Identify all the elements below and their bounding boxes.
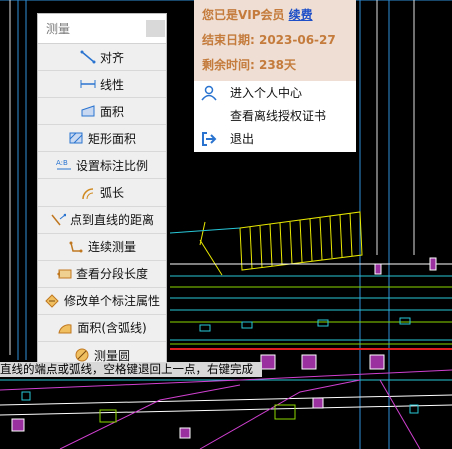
menu-item-offline-certificate[interactable]: 查看离线授权证书 bbox=[194, 104, 356, 127]
measure-palette: 测量 对齐 线性 面积 矩形面积 A:B 设置标注比例 弧长 点到直线的距离 连… bbox=[37, 13, 167, 370]
tool-label: 连续测量 bbox=[87, 240, 136, 255]
rectangle-area-icon bbox=[69, 132, 83, 144]
measure-circle-icon bbox=[75, 348, 89, 362]
vip-status-row: 您已是VIP会员 续费 bbox=[202, 6, 348, 31]
point-to-line-icon bbox=[51, 213, 66, 226]
vip-info-panel: 您已是VIP会员 续费 结束日期: 2023-06-27 剩余时间: 238天 bbox=[194, 0, 356, 81]
tool-label: 面积 bbox=[99, 104, 124, 119]
tool-label: 设置标注比例 bbox=[75, 158, 148, 173]
tool-label: 修改单个标注属性 bbox=[63, 294, 160, 309]
palette-close-button[interactable] bbox=[146, 20, 165, 37]
tool-aligned[interactable]: 对齐 bbox=[38, 44, 166, 72]
palette-title: 测量 bbox=[46, 22, 71, 36]
tool-segment-length[interactable]: 查看分段长度 bbox=[38, 260, 166, 288]
area-icon bbox=[81, 105, 95, 117]
menu-item-label: 进入个人中心 bbox=[230, 86, 303, 100]
tool-point-to-line[interactable]: 点到直线的距离 bbox=[38, 206, 166, 234]
tool-rectangle-area[interactable]: 矩形面积 bbox=[38, 125, 166, 153]
tool-label: 弧长 bbox=[99, 186, 124, 201]
segment-length-icon bbox=[56, 269, 72, 279]
command-line-prompt: 直线的端点或弧线，空格键退回上一点，右键完成 bbox=[0, 362, 262, 377]
aligned-dimension-icon bbox=[80, 50, 96, 64]
tool-edit-dimension[interactable]: 修改单个标注属性 bbox=[38, 287, 166, 315]
menu-item-logout[interactable]: 退出 bbox=[194, 127, 356, 150]
vip-account-popup: 您已是VIP会员 续费 结束日期: 2023-06-27 剩余时间: 238天 进… bbox=[194, 0, 356, 152]
arc-length-icon bbox=[82, 187, 94, 199]
tool-label: 点到直线的距离 bbox=[69, 213, 154, 228]
blank-icon bbox=[200, 108, 218, 124]
arc-area-icon bbox=[58, 324, 72, 334]
dimension-scale-icon: A:B bbox=[56, 159, 71, 170]
menu-item-label: 查看离线授权证书 bbox=[230, 109, 327, 123]
tool-area[interactable]: 面积 bbox=[38, 98, 166, 126]
tool-arc-area[interactable]: 面积(含弧线) bbox=[38, 314, 166, 343]
vip-status: 您已是VIP会员 bbox=[202, 8, 285, 22]
tool-label: 对齐 bbox=[99, 50, 124, 65]
tool-arc-length[interactable]: 弧长 bbox=[38, 179, 166, 207]
palette-title-bar[interactable]: 测量 bbox=[38, 14, 166, 44]
tool-dimension-scale[interactable]: A:B 设置标注比例 bbox=[38, 152, 166, 180]
renew-link[interactable]: 续费 bbox=[289, 8, 313, 22]
logout-icon bbox=[202, 131, 217, 146]
tool-label: 矩形面积 bbox=[87, 131, 136, 146]
continuous-measure-icon bbox=[69, 241, 83, 253]
linear-dimension-icon bbox=[80, 80, 96, 89]
tool-linear[interactable]: 线性 bbox=[38, 71, 166, 99]
svg-text:A:B: A:B bbox=[56, 159, 68, 167]
tool-label: 线性 bbox=[99, 77, 124, 92]
tool-label: 面积(含弧线) bbox=[77, 321, 147, 336]
tool-continuous-measure[interactable]: 连续测量 bbox=[38, 233, 166, 261]
menu-item-label: 退出 bbox=[230, 132, 255, 146]
tool-label: 查看分段长度 bbox=[75, 267, 148, 282]
vip-menu: 进入个人中心 查看离线授权证书 退出 bbox=[194, 81, 356, 150]
vip-remaining-time: 剩余时间: 238天 bbox=[202, 58, 297, 72]
user-icon bbox=[201, 85, 217, 100]
edit-dimension-icon bbox=[45, 294, 59, 308]
vip-end-date: 结束日期: 2023-06-27 bbox=[202, 33, 336, 47]
menu-item-personal-center[interactable]: 进入个人中心 bbox=[194, 81, 356, 104]
